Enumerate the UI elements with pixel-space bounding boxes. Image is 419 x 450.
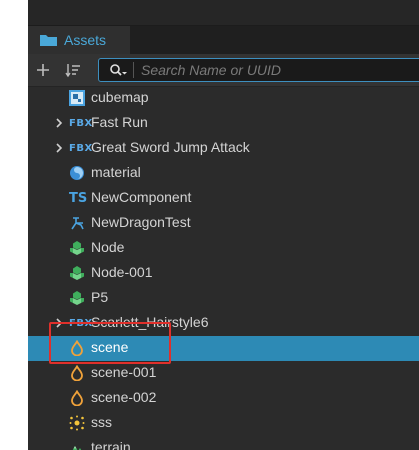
tree-item-cubemap[interactable]: cubemap: [28, 86, 419, 111]
tree-item-newcomponent[interactable]: TS NewComponent: [28, 186, 419, 211]
assets-toolbar: [28, 54, 419, 87]
scene-icon: [69, 390, 89, 406]
tree-item-label: scene-002: [91, 389, 157, 405]
tab-bar: Assets: [28, 26, 419, 54]
tree-item-terrain[interactable]: terrain: [28, 436, 419, 450]
chevron-right-icon[interactable]: [54, 142, 64, 154]
tree-item-sss[interactable]: sss: [28, 411, 419, 436]
tree-item-label: scene: [91, 339, 129, 355]
fbx-icon: FBX: [69, 317, 93, 329]
tree-item-scene-001[interactable]: scene-001: [28, 361, 419, 386]
tree-item-label: P5: [91, 289, 109, 305]
tree-item-scarlett-hairstyle6[interactable]: FBX Scarlett_Hairstyle6: [28, 311, 419, 336]
tree-item-label: Scarlett_Hairstyle6: [91, 314, 209, 330]
typescript-icon: TS: [69, 190, 88, 206]
search-separator: [133, 62, 134, 78]
folder-icon: [40, 35, 57, 46]
scene-icon: [69, 365, 89, 381]
tree-item-fast-run[interactable]: FBX Fast Run: [28, 111, 419, 136]
tree-item-label: Great Sword Jump Attack: [91, 139, 250, 155]
search-box: [98, 58, 419, 82]
tree-item-node-001[interactable]: Node-001: [28, 261, 419, 286]
tree-item-label: NewDragonTest: [91, 214, 191, 230]
search-input[interactable]: [141, 60, 419, 80]
tree-item-label: cubemap: [91, 89, 149, 105]
tree-item-newdragontest[interactable]: NewDragonTest: [28, 211, 419, 236]
tree-item-scene[interactable]: scene: [28, 336, 419, 361]
terrain-icon: [69, 440, 89, 450]
tree-item-label: Fast Run: [91, 114, 148, 130]
tree-item-label: NewComponent: [91, 189, 192, 205]
particle-icon: [69, 415, 89, 431]
dragonbones-icon: [69, 215, 89, 231]
tree-item-label: Node: [91, 239, 125, 255]
plus-icon[interactable]: [35, 62, 51, 78]
fbx-icon: FBX: [69, 142, 93, 154]
sort-icon[interactable]: [65, 62, 81, 78]
tree-item-label: terrain: [91, 439, 131, 450]
tree-item-label: sss: [91, 414, 112, 430]
tree-item-scene-002[interactable]: scene-002: [28, 386, 419, 411]
tree-item-node[interactable]: Node: [28, 236, 419, 261]
tree-item-label: material: [91, 164, 141, 180]
top-bar: [28, 0, 419, 26]
fbx-icon: FBX: [69, 117, 93, 129]
chevron-right-icon[interactable]: [54, 317, 64, 329]
tab-assets[interactable]: Assets: [28, 26, 130, 54]
tree-item-label: Node-001: [91, 264, 153, 280]
search-filter-icon[interactable]: [109, 63, 127, 79]
prefab-icon: [69, 290, 89, 306]
cubemap-icon: [69, 90, 89, 106]
assets-panel: Assets cubemap: [28, 0, 419, 450]
asset-tree: cubemap FBX Fast Run FBX Great Sword Jum…: [28, 86, 419, 450]
prefab-icon: [69, 240, 89, 256]
tree-item-material[interactable]: material: [28, 161, 419, 186]
tab-assets-label: Assets: [64, 32, 107, 48]
scene-icon: [69, 340, 89, 356]
prefab-icon: [69, 265, 89, 281]
material-icon: [69, 165, 89, 181]
tree-item-label: scene-001: [91, 364, 157, 380]
tree-item-p5[interactable]: P5: [28, 286, 419, 311]
tree-item-great-sword-jump-attack[interactable]: FBX Great Sword Jump Attack: [28, 136, 419, 161]
chevron-right-icon[interactable]: [54, 117, 64, 129]
